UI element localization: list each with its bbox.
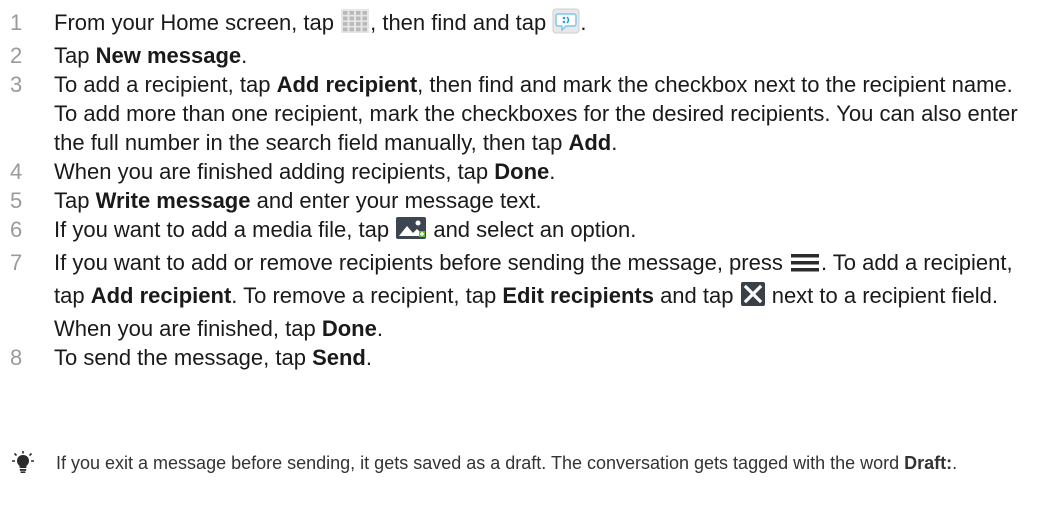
step-text: From your Home screen, tap: [54, 10, 341, 35]
step-item: 5 Tap Write message and enter your messag…: [10, 186, 1030, 215]
step-text: .: [376, 316, 383, 341]
ui-term: Add recipient: [276, 72, 418, 97]
step-text: .: [549, 159, 556, 184]
tip-note: If you exit a message before sending, it…: [8, 451, 1038, 482]
step-number: 6: [10, 217, 23, 242]
step-text: Tap: [54, 188, 96, 213]
ui-term: Write message: [95, 188, 251, 213]
step-text: .: [580, 10, 587, 35]
step-text: and enter your message text.: [250, 188, 542, 213]
step-text: and select an option.: [427, 217, 637, 242]
ui-term: Done: [494, 159, 550, 184]
step-text: , then find and tap: [370, 10, 553, 35]
step-item: 3 To add a recipient, tap Add recipient, …: [10, 70, 1030, 157]
step-body: To add a recipient, tap Add recipient, t…: [54, 70, 1030, 157]
step-number: 2: [10, 43, 23, 68]
step-body: If you want to add or remove recipients …: [54, 248, 1030, 343]
step-number: 8: [10, 345, 23, 370]
step-text: When you are finished adding recipients,…: [54, 159, 495, 184]
step-body: Tap New message.: [54, 41, 1030, 70]
step-text: .: [241, 43, 248, 68]
tip-text: If you exit a message before sending, it…: [56, 451, 1038, 482]
step-number: 1: [10, 10, 23, 35]
step-body: Tap Write message and enter your message…: [54, 186, 1030, 215]
step-text: .: [611, 130, 618, 155]
step-text: Tap: [54, 43, 96, 68]
step-text: and tap: [653, 283, 740, 308]
step-text: If you want to add or remove recipients …: [54, 250, 789, 275]
step-number: 7: [10, 250, 23, 275]
attach-media-icon: [395, 215, 427, 248]
ui-term: Add recipient: [90, 283, 232, 308]
step-item: 2 Tap New message.: [10, 41, 1030, 70]
step-text: .: [365, 345, 372, 370]
step-item: 6 If you want to add a media file, tap an…: [10, 215, 1030, 248]
apps-grid-icon: [340, 8, 370, 41]
step-item: 4 When you are finished adding recipients…: [10, 157, 1030, 186]
menu-icon: [789, 252, 821, 281]
step-text: If you want to add a media file, tap: [54, 217, 396, 242]
remove-icon: [740, 281, 766, 314]
step-item: 1 From your Home screen, tap , then find …: [10, 8, 1030, 41]
tip-lightbulb-icon: [8, 451, 56, 482]
ui-term: New message: [95, 43, 242, 68]
step-number: 5: [10, 188, 23, 213]
step-text: . To remove a recipient, tap: [231, 283, 503, 308]
step-body: To send the message, tap Send.: [54, 343, 1030, 372]
ui-term: Add: [568, 130, 612, 155]
step-body: When you are finished adding recipients,…: [54, 157, 1030, 186]
step-body: From your Home screen, tap , then find a…: [54, 8, 1030, 41]
ui-term: Send: [312, 345, 366, 370]
step-text: .: [952, 453, 958, 473]
step-body: If you want to add a media file, tap and…: [54, 215, 1030, 248]
step-number: 4: [10, 159, 23, 184]
ui-term: Done: [321, 316, 377, 341]
step-number: 3: [10, 72, 23, 97]
ui-term: Draft:: [904, 453, 953, 473]
step-text: If you exit a message before sending, it…: [56, 453, 905, 473]
step-item: 7 If you want to add or remove recipients…: [10, 248, 1030, 343]
step-text: To send the message, tap: [54, 345, 313, 370]
step-item: 8 To send the message, tap Send.: [10, 343, 1030, 372]
step-text: To add a recipient, tap: [54, 72, 277, 97]
ui-term: Edit recipients: [502, 283, 654, 308]
instruction-steps: 1 From your Home screen, tap , then find …: [10, 8, 1030, 372]
help-page: 1 From your Home screen, tap , then find …: [0, 0, 1046, 521]
messaging-icon: [552, 8, 580, 41]
